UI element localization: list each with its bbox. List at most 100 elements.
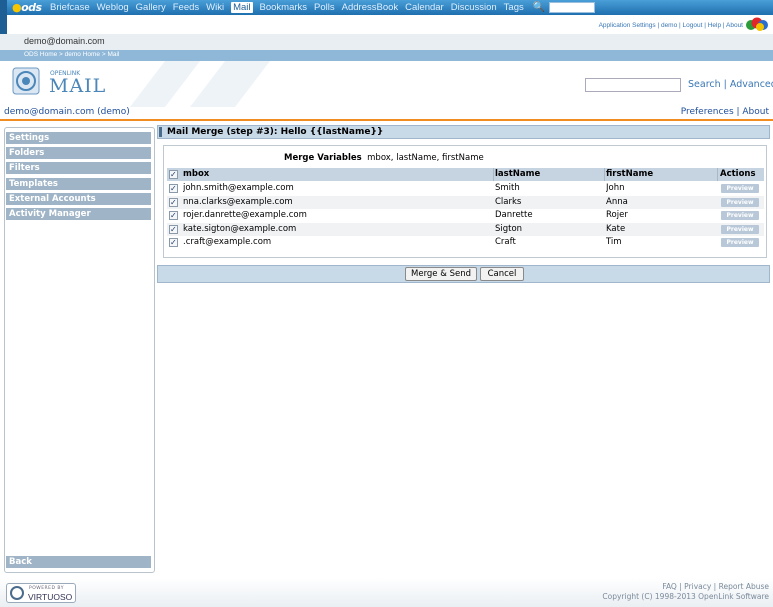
- cell-mbox: kate.sigton@example.com: [183, 223, 297, 234]
- cell-lastname: Sigton: [495, 223, 523, 234]
- cell-lastname: Clarks: [495, 196, 522, 207]
- table-row: rojer.danrette@example.com Danrette Rojer P…: [167, 209, 764, 222]
- header-decoration: [130, 61, 270, 107]
- nav-link-gallery[interactable]: Gallery: [136, 2, 166, 13]
- row-checkbox[interactable]: [169, 223, 178, 236]
- user-line: demo@domain.com: [0, 34, 773, 50]
- preview-button[interactable]: Preview: [721, 224, 759, 234]
- sidebar-back[interactable]: Back: [6, 556, 151, 569]
- nav-link-discussion[interactable]: Discussion: [451, 2, 497, 13]
- merge-variables-value: mbox, lastName, firstName: [367, 153, 484, 163]
- cell-firstname: Rojer: [606, 210, 628, 220]
- cell-firstname: Anna: [606, 196, 628, 207]
- user-email: demo@domain.com: [24, 36, 105, 46]
- row-checkbox[interactable]: [169, 182, 178, 195]
- cell-lastname: Danrette: [495, 210, 533, 220]
- sidebar-item-activity-manager[interactable]: Activity Manager: [6, 208, 151, 221]
- search-links[interactable]: Search | Advanced: [688, 79, 773, 90]
- table-row: .craft@example.com Craft Tim Preview: [167, 236, 764, 249]
- sidebar: Settings Folders Filters Templates Exter…: [4, 127, 155, 573]
- ods-people-icon[interactable]: [745, 16, 769, 33]
- nav-link-feeds[interactable]: Feeds: [173, 2, 199, 13]
- table-row: nna.clarks@example.com Clarks Anna Preview: [167, 195, 764, 209]
- nav-link-polls[interactable]: Polls: [314, 2, 335, 13]
- cancel-button[interactable]: Cancel: [480, 267, 524, 281]
- cell-actions: Preview: [720, 182, 762, 195]
- cell-firstname: Tim: [606, 237, 622, 247]
- nav-link-wiki[interactable]: Wiki: [206, 2, 224, 13]
- page-title: Mail Merge (step #3): Hello {{lastName}}: [167, 127, 384, 137]
- sidebar-item-settings[interactable]: Settings: [6, 132, 151, 145]
- cell-actions: Preview: [720, 196, 762, 209]
- button-bar: Merge & Send Cancel: [157, 265, 770, 283]
- mail-logo-text: MAIL: [49, 75, 107, 97]
- row-checkbox[interactable]: [169, 236, 178, 249]
- merge-variables: Merge Variables mbox, lastName, firstNam…: [284, 153, 484, 163]
- ods-logo[interactable]: ●ods: [12, 0, 42, 15]
- preview-button[interactable]: Preview: [721, 197, 759, 207]
- ods-top-nav: ●ods Briefcase Weblog Gallery Feeds Wiki Mail…: [0, 0, 773, 34]
- mail-logo-icon[interactable]: [12, 67, 40, 95]
- footer: POWERED BY VIRTUOSO FAQ | Privacy | Repo…: [0, 578, 773, 607]
- nav-link-addressbook[interactable]: AddressBook: [342, 2, 399, 13]
- sidebar-item-folders[interactable]: Folders: [6, 147, 151, 160]
- cell-firstname: John: [606, 183, 625, 193]
- nav-link-calendar[interactable]: Calendar: [405, 2, 444, 13]
- row-checkbox[interactable]: [169, 209, 178, 222]
- row-checkbox[interactable]: [169, 196, 178, 209]
- column-header-mbox[interactable]: mbox: [183, 168, 493, 181]
- sidebar-item-filters[interactable]: Filters: [6, 162, 151, 175]
- cell-actions: Preview: [720, 236, 762, 249]
- preview-button[interactable]: Preview: [721, 184, 759, 193]
- nav-link-bookmarks[interactable]: Bookmarks: [260, 2, 308, 13]
- row-checkbox-cell: [169, 236, 181, 249]
- search-input[interactable]: [585, 78, 681, 92]
- select-all-checkbox-cell: [169, 168, 181, 181]
- virtuoso-icon: [10, 586, 24, 600]
- cell-mbox: rojer.danrette@example.com: [183, 210, 307, 220]
- row-checkbox-cell: [169, 209, 181, 222]
- nav-link-mail[interactable]: Mail: [231, 2, 253, 13]
- column-header-firstname[interactable]: firstName: [606, 168, 716, 181]
- virtuoso-badge[interactable]: POWERED BY VIRTUOSO: [6, 583, 76, 603]
- title-accent: [159, 127, 162, 137]
- footer-links[interactable]: FAQ | Privacy | Report Abuse: [662, 582, 769, 591]
- column-header-actions[interactable]: Actions: [720, 168, 762, 181]
- page-title-bar: Mail Merge (step #3): Hello {{lastName}}: [157, 125, 770, 139]
- row-checkbox-cell: [169, 223, 181, 236]
- nav-link-briefcase[interactable]: Briefcase: [50, 2, 90, 13]
- top-search-input[interactable]: [549, 2, 596, 13]
- powered-by-label: POWERED BY: [29, 586, 65, 591]
- app-nav-links: Briefcase Weblog Gallery Feeds Wiki Mail Bookm…: [50, 0, 596, 15]
- search-icon[interactable]: 🔍: [533, 2, 545, 13]
- row-checkbox-cell: [169, 182, 181, 195]
- application-links[interactable]: Application Settings | demo | Logout | H…: [599, 22, 743, 29]
- cell-mbox: nna.clarks@example.com: [183, 196, 293, 207]
- account-line: demo@domain.com (demo) Preferences | Abo…: [0, 107, 773, 119]
- nav-link-tags[interactable]: Tags: [504, 2, 524, 13]
- merge-panel: Merge Variables mbox, lastName, firstNam…: [163, 145, 767, 258]
- cell-lastname: Craft: [495, 237, 516, 247]
- merge-variables-label: Merge Variables: [284, 153, 362, 163]
- account-links[interactable]: Preferences | About: [681, 107, 769, 117]
- preview-button[interactable]: Preview: [721, 211, 759, 220]
- cell-mbox: .craft@example.com: [183, 237, 272, 247]
- account-user[interactable]: demo@domain.com (demo): [4, 107, 130, 117]
- mail-header: OPENLINK MAIL Search | Advanced: [0, 61, 773, 107]
- table-row: john.smith@example.com Smith John Preview: [167, 182, 764, 195]
- column-header-lastname[interactable]: lastName: [495, 168, 605, 181]
- nav-link-weblog[interactable]: Weblog: [97, 2, 129, 13]
- select-all-checkbox[interactable]: [169, 168, 178, 181]
- breadcrumb[interactable]: ODS Home > demo Home > Mail: [24, 51, 119, 58]
- cell-actions: Preview: [720, 209, 762, 222]
- cell-firstname: Kate: [606, 223, 626, 234]
- footer-copyright: Copyright (C) 1998-2013 OpenLink Softwar…: [602, 592, 769, 601]
- merge-send-button[interactable]: Merge & Send: [405, 267, 477, 281]
- virtuoso-label: VIRTUOSO: [28, 592, 73, 602]
- row-checkbox-cell: [169, 196, 181, 209]
- left-strip: [0, 0, 7, 34]
- sidebar-item-templates[interactable]: Templates: [6, 178, 151, 191]
- preview-button[interactable]: Preview: [721, 238, 759, 247]
- sidebar-item-external-accounts[interactable]: External Accounts: [6, 193, 151, 206]
- application-links-bar: Application Settings | demo | Logout | H…: [7, 15, 773, 34]
